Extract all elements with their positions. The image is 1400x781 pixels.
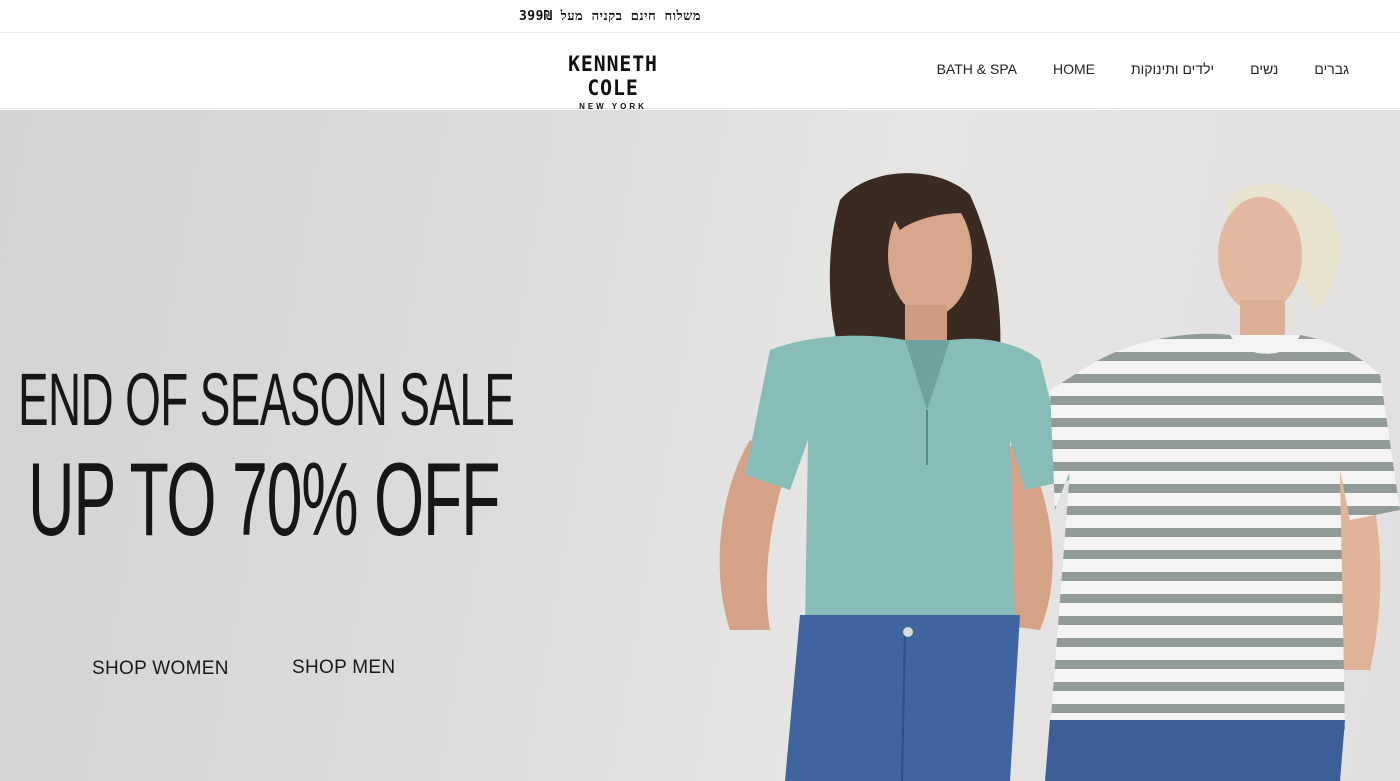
hero-headline-sale: END OF SEASON SALE xyxy=(18,358,515,441)
logo[interactable]: KENNETH COLE NEW YORK xyxy=(537,52,689,112)
shop-women-link[interactable]: SHOP WOMEN xyxy=(92,658,229,680)
announcement-bar: משלוח חינם בקניה מעל 399₪ xyxy=(0,0,1400,33)
hero-banner[interactable]: END OF SEASON SALE UP TO 70% OFF SHOP WO… xyxy=(0,110,1400,781)
site-header: KENNETH COLE NEW YORK גברים נשים ילדים ו… xyxy=(0,34,1400,112)
nav-item-kids[interactable]: ילדים ותינוקות xyxy=(1131,61,1214,77)
free-shipping-text: משלוח חינם בקניה מעל 399₪ xyxy=(518,9,702,24)
shop-men-link[interactable]: SHOP MEN xyxy=(292,657,395,679)
man-model xyxy=(1045,184,1400,781)
hero-models-image xyxy=(719,173,1400,781)
hero-headline-discount: UP TO 70% OFF xyxy=(28,442,500,558)
nav-item-home[interactable]: HOME xyxy=(1053,61,1095,77)
main-nav: גברים נשים ילדים ותינוקות HOME BATH & SP… xyxy=(937,61,1349,77)
nav-item-women[interactable]: נשים xyxy=(1250,61,1278,77)
logo-brand: KENNETH COLE xyxy=(568,52,658,100)
nav-item-men[interactable]: גברים xyxy=(1314,61,1349,77)
woman-model xyxy=(719,173,1070,781)
nav-item-bath-spa[interactable]: BATH & SPA xyxy=(937,61,1017,77)
